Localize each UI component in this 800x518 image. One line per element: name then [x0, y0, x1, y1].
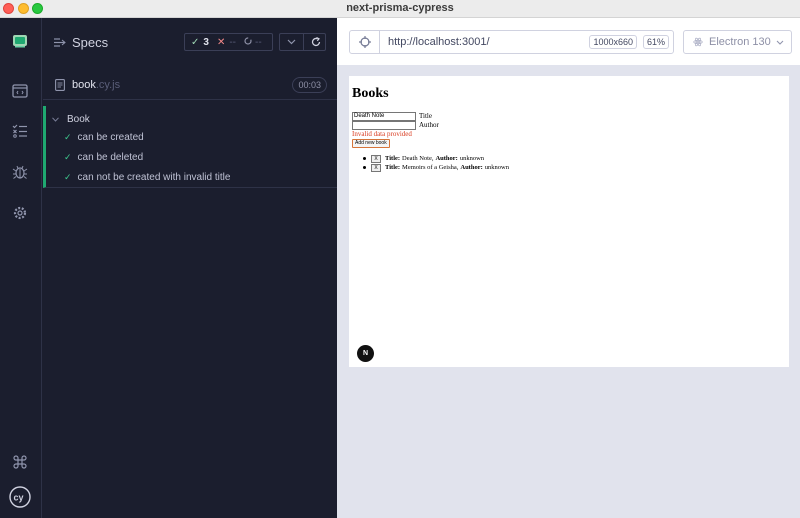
crosshair-icon [358, 36, 371, 48]
viewport-size[interactable]: 1000x660 [589, 35, 637, 49]
delete-book-button[interactable]: X [371, 154, 381, 163]
bullet [363, 166, 366, 169]
keyboard-shortcuts-icon[interactable] [10, 452, 30, 472]
bullet [363, 157, 366, 160]
svg-text:cy: cy [14, 493, 24, 503]
url-text: http://localhost:3001/ [388, 36, 490, 48]
specs-panel: Specs ✓ 3 ✕ -- -- book.cy.js 00:03 Book … [43, 18, 337, 518]
specs-title: Specs [72, 35, 109, 50]
settings-icon[interactable] [10, 203, 30, 223]
book-author-key: Author: [460, 164, 483, 171]
rerun-button[interactable] [304, 34, 327, 50]
refresh-icon [311, 37, 320, 47]
viewport-zoom[interactable]: 61% [642, 35, 669, 49]
preview-toolbar: http://localhost:3001/ 1000x660 61% Elec… [337, 18, 800, 66]
failed-icon: ✕ [216, 36, 226, 48]
document-icon [55, 79, 65, 91]
suite-row[interactable]: Book [52, 111, 90, 127]
cy-icon[interactable]: cy [9, 486, 31, 508]
run-controls [279, 33, 326, 51]
passed-icon: ✓ [191, 36, 200, 48]
author-input[interactable] [352, 121, 416, 130]
electron-icon [693, 37, 703, 47]
title-label: Title [419, 112, 432, 120]
chevron-down-icon [776, 40, 784, 45]
runs-icon[interactable] [10, 121, 30, 141]
browser-name: Electron 130 [709, 36, 771, 48]
nextjs-dev-badge[interactable]: N [357, 345, 374, 362]
chevron-down-icon [52, 115, 59, 124]
debug-icon[interactable] [10, 162, 30, 182]
book-author: unknown [459, 155, 485, 162]
collapse-all-button[interactable] [280, 34, 303, 50]
passed-count: 3 [203, 36, 209, 48]
pending-icon [244, 36, 252, 48]
check-icon: ✓ [64, 151, 72, 162]
pending-count: -- [255, 36, 262, 48]
book-title: Death Note, [402, 155, 434, 162]
window-title: next-prisma-cypress [346, 2, 454, 14]
spec-file-ext: .cy.js [95, 79, 121, 91]
specs-header: Specs ✓ 3 ✕ -- -- [43, 18, 337, 66]
cypress-logo-icon[interactable] [10, 31, 30, 51]
book-author: unknown [484, 164, 509, 171]
spec-file-name: book.cy.js [72, 79, 120, 91]
book-title-key: Title: [385, 155, 401, 162]
title-input[interactable]: Death Note [352, 112, 416, 121]
check-icon: ✓ [64, 171, 72, 182]
check-icon: ✓ [64, 131, 72, 142]
browser-selector[interactable]: Electron 130 [683, 30, 792, 54]
test-row[interactable]: ✓ can be deleted [64, 149, 143, 165]
test-row[interactable]: ✓ can be created [64, 129, 144, 145]
spec-file-base: book [72, 79, 96, 91]
book-list-item: X Title: Memoirs of a Geisha, Author: un… [363, 163, 509, 172]
test-title: can be created [77, 131, 144, 143]
book-list-item: X Title: Death Note, Author: unknown [363, 154, 485, 163]
failed-count: -- [229, 36, 237, 48]
app-preview: http://localhost:3001/ 1000x660 61% Elec… [337, 18, 800, 518]
test-title: can not be created with invalid title [77, 171, 231, 183]
test-title: can be deleted [77, 151, 144, 163]
specs-list-icon[interactable] [10, 81, 30, 101]
specs-menu-icon[interactable] [54, 38, 66, 47]
delete-book-button[interactable]: X [371, 163, 381, 172]
window-titlebar: next-prisma-cypress [0, 0, 800, 18]
author-label: Author [419, 121, 439, 129]
spec-duration: 00:03 [292, 77, 327, 93]
book-title-key: Title: [385, 164, 401, 171]
test-row[interactable]: ✓ can not be created with invalid title [64, 169, 230, 185]
book-title: Memoirs of a Geisha, [402, 164, 459, 171]
add-book-button[interactable]: Add new book [352, 139, 390, 148]
url-bar[interactable]: http://localhost:3001/ 1000x660 61% [349, 30, 674, 54]
error-message: Invalid data provided [352, 130, 412, 138]
spec-file-header[interactable]: book.cy.js 00:03 [43, 72, 337, 100]
nav-rail: cy [0, 18, 42, 518]
selector-playground-button[interactable] [350, 31, 380, 53]
page-heading: Books [352, 86, 389, 101]
app-under-test: Books Death Note Title Author Invalid da… [349, 76, 789, 367]
suite-title: Book [67, 113, 90, 125]
test-stats: ✓ 3 ✕ -- -- [184, 33, 273, 51]
test-tree: Book ✓ can be created ✓ can be deleted ✓… [43, 106, 337, 188]
chevron-down-icon [287, 39, 296, 45]
book-author-key: Author: [435, 155, 458, 162]
